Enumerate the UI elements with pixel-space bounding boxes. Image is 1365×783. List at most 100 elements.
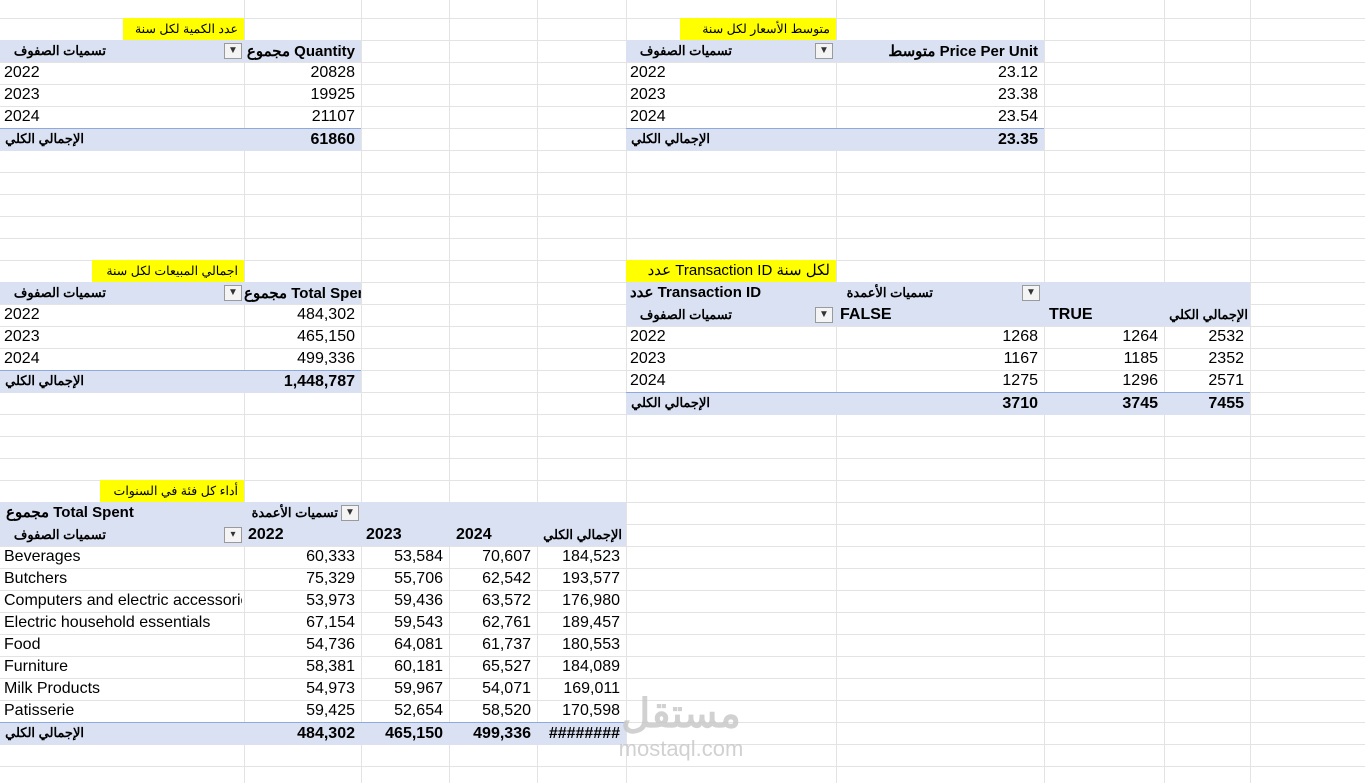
column-header: 2024 [456,526,492,543]
row-label: 2024 [630,372,666,389]
cell-value: 176,980 [562,592,620,609]
filter-dropdown-icon[interactable]: ▼ [815,307,833,323]
row-labels-header: تسميات الصفوف [639,43,732,58]
pivot-title: اجمالي المبيعات لكل سنة [92,260,244,282]
row-value: 465,150 [297,328,355,345]
row-label: 2022 [4,306,40,323]
row-label: Furniture [4,658,69,675]
value-header: مجموع Total Spent [6,504,134,521]
row-value: 20828 [310,64,356,81]
column-header: 2022 [248,526,284,543]
row-label: Computers and electric accessories [4,592,242,609]
pivot-title: متوسط الأسعار لكل سنة [680,18,836,40]
row-label: Butchers [4,570,68,587]
cell-value: 60,181 [394,658,443,675]
grand-total-value: 499,336 [473,725,531,742]
filter-dropdown-icon[interactable]: ▼ [815,43,833,59]
col-labels-header: تسميات الأعمدة [251,505,338,520]
column-header: TRUE [1049,306,1093,323]
cell-value: 2352 [1208,350,1244,367]
row-value: 23.38 [997,86,1038,103]
cell-value: 1296 [1122,372,1158,389]
cell-value: 58,381 [306,658,355,675]
cell-value: 61,737 [482,636,531,653]
grand-total-value: 1,448,787 [283,373,355,390]
grand-total-value: 61860 [310,131,356,148]
cell-value: 184,523 [562,548,620,565]
cell-value: 75,329 [306,570,355,587]
cell-value: 184,089 [562,658,620,675]
grand-total-value: 3710 [1002,395,1038,412]
filter-dropdown-icon[interactable]: ▼ [224,43,242,59]
row-value: 19925 [310,86,356,103]
cell-value: 1264 [1122,328,1158,345]
value-header: مجموع Total Spent [244,285,361,302]
pivot-title: عدد Transaction ID لكل سنة [626,260,836,282]
cell-value: 59,425 [306,702,355,719]
grand-total-label: الإجمالي الكلي [5,373,84,388]
filter-dropdown-icon[interactable]: ▼ [224,285,242,301]
cell-value: 1167 [1003,350,1038,367]
grand-total-value: 3745 [1122,395,1158,412]
row-label: Beverages [4,548,81,565]
row-label: 2023 [4,328,40,345]
grand-total-label: الإجمالي الكلي [5,725,84,740]
cell-value: 70,607 [482,548,531,565]
cell-value: 1268 [1002,328,1038,345]
cell-value: 63,572 [482,592,531,609]
value-header: عدد Transaction ID [630,284,762,301]
row-label: 2024 [4,350,40,367]
grand-total-value: 23.35 [997,131,1038,148]
column-header: الإجمالي الكلي [1169,307,1248,322]
cell-value: 54,071 [482,680,531,697]
row-labels-header: تسميات الصفوف [639,307,732,322]
row-label: Milk Products [4,680,101,697]
row-label: 2022 [4,64,40,81]
grand-total-label: الإجمالي الكلي [5,131,84,146]
cell-value: 52,654 [394,702,443,719]
grand-total-label: الإجمالي الكلي [631,131,710,146]
grand-total-value: ######## [548,725,620,742]
cell-value: 54,973 [306,680,355,697]
column-header: 2023 [366,526,402,543]
column-header: FALSE [840,306,892,323]
sort-dropdown-icon[interactable]: ▾ [224,527,242,543]
pivot-title: عدد الكمية لكل سنة [123,18,244,40]
row-label: 2024 [630,108,666,125]
grand-total-value: 7455 [1208,395,1244,412]
filter-dropdown-icon[interactable]: ▼ [341,505,359,521]
row-value: 23.54 [997,108,1038,125]
cell-value: 58,520 [482,702,531,719]
value-header: متوسط Price Per Unit [888,43,1038,60]
cell-value: 180,553 [562,636,620,653]
row-label: 2022 [630,64,666,81]
cell-value: 59,543 [394,614,443,631]
cell-value: 189,457 [562,614,620,631]
filter-dropdown-icon[interactable]: ▼ [1022,285,1040,301]
row-label: 2024 [4,108,40,125]
row-label: 2022 [630,328,666,345]
cell-value: 2532 [1208,328,1244,345]
column-header: الإجمالي الكلي [543,527,622,542]
cell-value: 59,967 [394,680,443,697]
cell-value: 53,973 [306,592,355,609]
row-label: 2023 [630,350,666,367]
grand-total-value: 484,302 [297,725,355,742]
row-labels-header: تسميات الصفوف [13,527,106,542]
row-value: 21107 [311,108,355,125]
row-label: Patisserie [4,702,75,719]
grand-total-value: 465,150 [385,725,443,742]
row-label: Electric household essentials [4,614,211,631]
row-labels-header: تسميات الصفوف [13,285,106,300]
row-value: 484,302 [297,306,355,323]
col-labels-header: تسميات الأعمدة [846,285,933,300]
grand-total-label: الإجمالي الكلي [631,395,710,410]
row-label: 2023 [4,86,40,103]
cell-value: 169,011 [563,680,620,697]
cell-value: 2571 [1208,372,1244,389]
cell-value: 170,598 [562,702,620,719]
cell-value: 1275 [1002,372,1038,389]
row-value: 23.12 [997,64,1038,81]
cell-value: 54,736 [306,636,355,653]
row-value: 499,336 [297,350,355,367]
